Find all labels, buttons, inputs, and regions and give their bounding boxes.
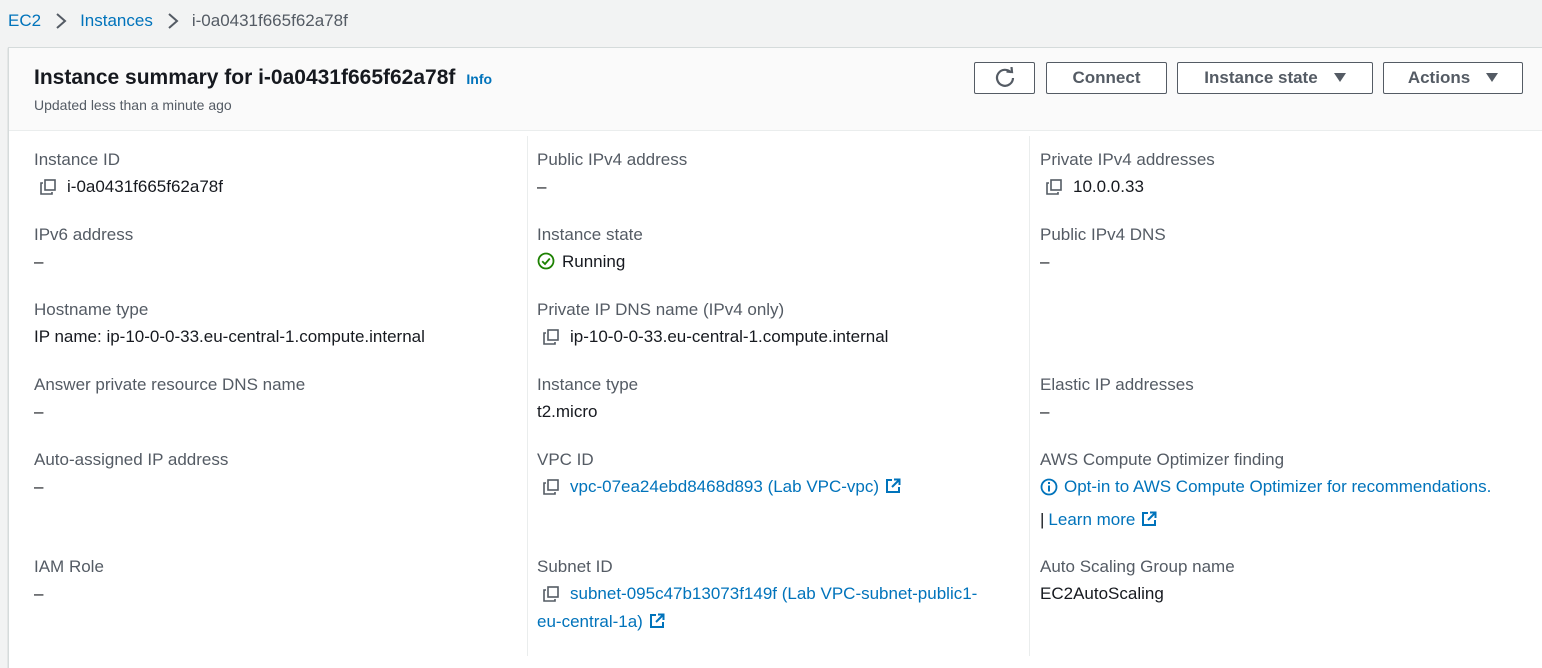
instance-state-button[interactable]: Instance state: [1177, 62, 1373, 94]
external-link-icon: [1142, 511, 1157, 526]
caret-down-icon: [1333, 73, 1346, 82]
copy-icon[interactable]: [543, 586, 559, 602]
caret-down-icon: [1486, 73, 1499, 82]
field-public-dns: Public IPv4 DNS –: [1040, 225, 1166, 272]
optimizer-opt-in-link[interactable]: Opt-in to AWS Compute Optimizer for reco…: [1064, 477, 1491, 497]
subnet-id-text-line2: eu-central-1a): [537, 612, 643, 631]
chevron-right-icon: [55, 12, 67, 30]
asg-value: EC2AutoScaling: [1040, 584, 1164, 603]
check-circle-icon: [537, 252, 555, 270]
public-ipv4-value: –: [537, 177, 547, 196]
field-instance-id: Instance ID i-0a0431f665f62a78f: [34, 150, 223, 197]
breadcrumb: EC2 Instances i-0a0431f665f62a78f: [0, 0, 1542, 41]
column-divider: [527, 136, 528, 656]
actions-label: Actions: [1407, 68, 1471, 87]
updated-text: Updated less than a minute ago: [34, 97, 232, 113]
breadcrumb-current: i-0a0431f665f62a78f: [191, 10, 348, 30]
vpc-id-text: vpc-07ea24ebd8468d893 (Lab VPC-vpc): [570, 477, 880, 496]
field-public-ipv4: Public IPv4 address –: [537, 150, 687, 197]
private-ipv4-value: 10.0.0.33: [1073, 177, 1144, 196]
connect-label: Connect: [1072, 68, 1141, 87]
field-label: IAM Role: [34, 557, 104, 576]
page-title: Instance summary for i-0a0431f665f62a78f: [34, 66, 456, 89]
field-label: Private IPv4 addresses: [1040, 150, 1215, 169]
answer-dns-value: –: [34, 402, 44, 421]
field-subnet-id: Subnet ID subnet-095c47b13073f149f (Lab …: [537, 557, 977, 632]
field-label: Subnet ID: [537, 557, 613, 576]
field-asg: Auto Scaling Group name EC2AutoScaling: [1040, 557, 1235, 604]
field-label: Auto Scaling Group name: [1040, 557, 1235, 576]
field-label: Answer private resource DNS name: [34, 375, 306, 394]
refresh-button[interactable]: [974, 62, 1035, 94]
field-private-dns: Private IP DNS name (IPv4 only) ip-10-0-…: [537, 300, 888, 347]
vpc-id-link[interactable]: vpc-07ea24ebd8468d893 (Lab VPC-vpc): [570, 477, 901, 497]
actions-button[interactable]: Actions: [1383, 62, 1523, 94]
elastic-ip-value: –: [1040, 402, 1050, 421]
field-label: AWS Compute Optimizer finding: [1040, 450, 1285, 469]
field-instance-type: Instance type t2.micro: [537, 375, 638, 422]
instance-state-value: Running: [562, 252, 626, 271]
instance-summary-panel: Instance summary for i-0a0431f665f62a78f…: [8, 47, 1542, 668]
field-auto-ip: Auto-assigned IP address –: [34, 450, 228, 497]
field-label: Private IP DNS name (IPv4 only): [537, 300, 785, 319]
public-dns-value: –: [1040, 252, 1050, 271]
learn-more-text: Learn more: [1048, 510, 1136, 529]
refresh-icon: [995, 67, 1014, 87]
field-label: IPv6 address: [34, 225, 134, 244]
copy-icon[interactable]: [543, 479, 559, 495]
field-label: Public IPv4 DNS: [1040, 225, 1166, 244]
field-private-ipv4: Private IPv4 addresses 10.0.0.33: [1040, 150, 1215, 197]
auto-ip-value: –: [34, 477, 44, 496]
field-label: Public IPv4 address: [537, 150, 688, 169]
field-label: Hostname type: [34, 300, 149, 319]
instance-state-label: Instance state: [1204, 68, 1318, 87]
connect-button[interactable]: Connect: [1046, 62, 1167, 94]
subnet-id-link[interactable]: subnet-095c47b13073f149f (Lab VPC-subnet…: [570, 584, 977, 604]
instance-type-value: t2.micro: [537, 402, 598, 421]
copy-icon[interactable]: [1046, 179, 1062, 195]
field-vpc-id: VPC ID vpc-07ea24ebd8468d893 (Lab VPC-vp…: [537, 450, 901, 497]
ipv6-value: –: [34, 252, 44, 271]
learn-more-link[interactable]: Learn more: [1048, 510, 1157, 530]
field-answer-dns: Answer private resource DNS name –: [34, 375, 305, 422]
field-label: Instance type: [537, 375, 639, 394]
instance-id-value: i-0a0431f665f62a78f: [67, 177, 223, 196]
external-link-icon: [649, 613, 665, 628]
info-link[interactable]: Info: [466, 71, 492, 87]
field-elastic-ip: Elastic IP addresses –: [1040, 375, 1194, 422]
field-ipv6: IPv6 address –: [34, 225, 133, 272]
separator-pipe: |: [1040, 510, 1045, 529]
subnet-id-link-line2[interactable]: eu-central-1a): [537, 612, 665, 632]
breadcrumb-instances[interactable]: Instances: [80, 11, 153, 31]
field-instance-state: Instance state Running: [537, 225, 643, 272]
field-label: Instance state: [537, 225, 643, 244]
field-label: Elastic IP addresses: [1040, 375, 1194, 394]
field-label: Instance ID: [34, 150, 120, 169]
panel-header: Instance summary for i-0a0431f665f62a78f…: [9, 48, 1542, 131]
field-optimizer: AWS Compute Optimizer finding Opt-in to …: [1040, 450, 1491, 530]
chevron-right-icon: [167, 12, 179, 30]
field-iam-role: IAM Role –: [34, 557, 104, 604]
field-label: Auto-assigned IP address: [34, 450, 229, 469]
copy-icon[interactable]: [543, 329, 559, 345]
private-dns-value: ip-10-0-0-33.eu-central-1.compute.intern…: [570, 327, 889, 346]
hostname-type-value: IP name: ip-10-0-0-33.eu-central-1.compu…: [34, 327, 425, 346]
field-hostname-type: Hostname type IP name: ip-10-0-0-33.eu-c…: [34, 300, 425, 347]
breadcrumb-ec2[interactable]: EC2: [8, 11, 41, 31]
field-label: VPC ID: [537, 450, 594, 469]
copy-icon[interactable]: [40, 179, 56, 195]
column-divider: [1029, 136, 1030, 656]
iam-role-value: –: [34, 584, 44, 603]
external-link-icon: [886, 478, 901, 493]
info-circle-icon: [1040, 478, 1058, 496]
